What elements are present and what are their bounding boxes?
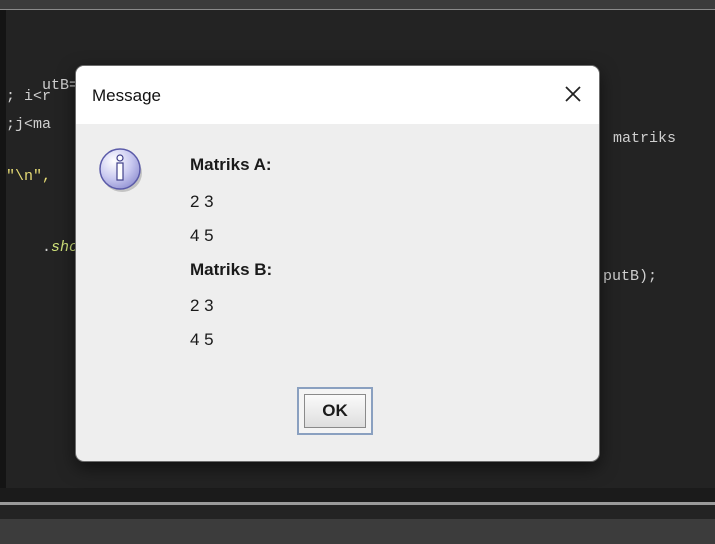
top-window-strip: [0, 0, 715, 10]
window-left-edge: [0, 10, 6, 544]
info-icon: [96, 144, 146, 194]
code-line-3: ;j<ma: [6, 116, 52, 133]
status-area: [0, 505, 715, 519]
code-right-2: putB);: [603, 268, 658, 285]
code-line-2: ; i<r: [6, 88, 52, 105]
message-line-3: 4 5: [190, 226, 214, 245]
code-line-4: "\n",: [6, 168, 52, 185]
editor-bottom-bar: [0, 488, 715, 502]
message-line-4: Matriks B:: [190, 260, 273, 279]
message-line-1: Matriks A:: [190, 155, 272, 174]
message-line-5: 2 3: [190, 296, 214, 315]
message-line-6: 4 5: [190, 330, 214, 349]
message-line-2: 2 3: [190, 192, 214, 211]
dialog-title: Message: [92, 86, 161, 105]
dialog-titlebar[interactable]: Message: [76, 66, 599, 124]
ok-button[interactable]: OK: [297, 387, 373, 435]
code-line-5: .sho: [42, 239, 79, 256]
ok-button-label: OK: [304, 394, 366, 428]
message-dialog: Message Matriks A: 2 3 4 5 Matriks B: 2 …: [76, 66, 599, 461]
code-right-1: matriks: [613, 130, 677, 147]
close-icon[interactable]: [559, 80, 587, 108]
taskbar-strip: [0, 519, 715, 544]
